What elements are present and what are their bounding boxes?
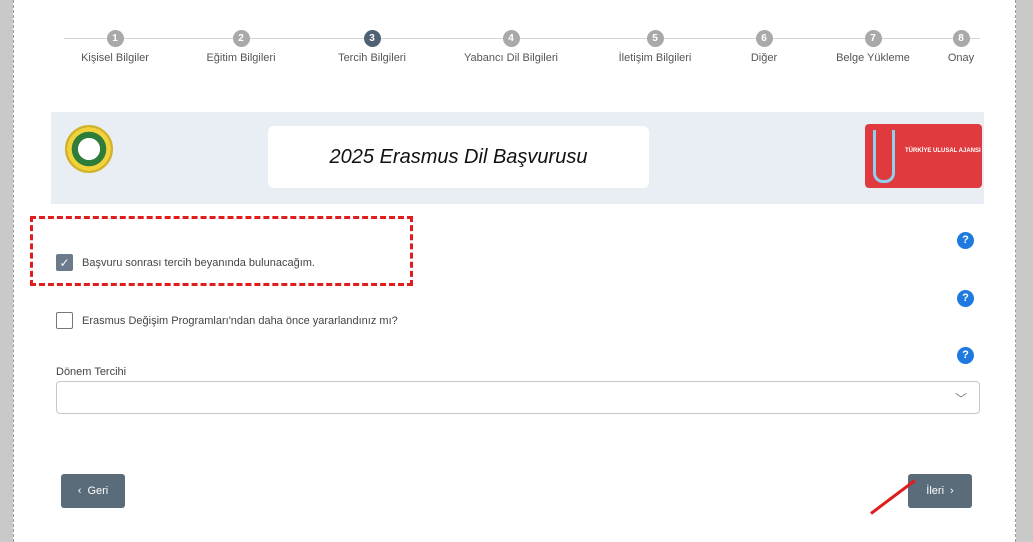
step-3[interactable]: 3 Tercih Bilgileri: [312, 30, 432, 64]
highlight-annotation: [30, 216, 413, 286]
national-agency-logo: TÜRKİYE ULUSAL AJANSI: [865, 124, 982, 188]
step-6[interactable]: 6 Diğer: [704, 30, 824, 64]
next-button-label: İleri: [926, 485, 945, 497]
erasmus-checkbox-row[interactable]: Erasmus Değişim Programları'ndan daha ön…: [56, 312, 398, 329]
preference-checkbox-row[interactable]: ✓ Başvuru sonrası tercih beyanında bulun…: [56, 254, 315, 271]
chevron-right-icon: ›: [950, 485, 954, 497]
step-number: 7: [864, 30, 882, 47]
help-icon[interactable]: ?: [957, 347, 974, 364]
step-number: 1: [106, 30, 124, 47]
step-label: Yabancı Dil Bilgileri: [464, 52, 558, 64]
step-label: Tercih Bilgileri: [338, 52, 406, 64]
preference-checkbox-label: Başvuru sonrası tercih beyanında bulunac…: [82, 256, 315, 269]
erasmus-checkbox[interactable]: [56, 312, 73, 329]
step-number: 3: [363, 30, 381, 47]
step-label: Kişisel Bilgiler: [81, 52, 149, 64]
chevron-down-icon: ﹀: [954, 392, 967, 406]
preference-checkbox[interactable]: ✓: [56, 254, 73, 271]
step-label: Onay: [947, 52, 975, 64]
application-banner: 2025 Erasmus Dil Başvurusu TÜRKİYE ULUSA…: [51, 112, 984, 204]
erasmus-checkbox-label: Erasmus Değişim Programları'ndan daha ön…: [82, 314, 398, 327]
semester-select[interactable]: ﹀: [56, 381, 980, 414]
next-button[interactable]: İleri ›: [908, 474, 972, 508]
step-1[interactable]: 1 Kişisel Bilgiler: [55, 30, 175, 64]
step-number: 5: [646, 30, 664, 47]
university-logo: [65, 125, 113, 173]
step-label: Diğer: [750, 52, 778, 64]
back-button[interactable]: ‹ Geri: [61, 474, 125, 508]
step-number: 8: [952, 30, 970, 47]
checkmark-icon: ✓: [59, 255, 70, 270]
help-icon[interactable]: ?: [957, 290, 974, 307]
step-5[interactable]: 5 İletişim Bilgileri: [595, 30, 715, 64]
step-8[interactable]: 8 Onay: [901, 30, 1021, 64]
agency-logo-text: TÜRKİYE ULUSAL AJANSI: [905, 148, 981, 154]
step-2[interactable]: 2 Eğitim Bilgileri: [181, 30, 301, 64]
help-icon[interactable]: ?: [957, 232, 974, 249]
step-4[interactable]: 4 Yabancı Dil Bilgileri: [451, 30, 571, 64]
back-button-label: Geri: [87, 485, 109, 497]
chevron-left-icon: ‹: [77, 485, 82, 497]
step-label: İletişim Bilgileri: [618, 52, 692, 64]
application-frame: 1 Kişisel Bilgiler 2 Eğitim Bilgileri 3 …: [13, 0, 1016, 542]
step-number: 4: [502, 30, 520, 47]
agency-mark-icon: [873, 130, 895, 183]
step-number: 6: [755, 30, 773, 47]
page-title: 2025 Erasmus Dil Başvurusu: [268, 126, 649, 188]
step-label: Eğitim Bilgileri: [206, 52, 276, 64]
semester-select-label: Dönem Tercihi: [56, 366, 127, 378]
step-number: 2: [232, 30, 250, 47]
